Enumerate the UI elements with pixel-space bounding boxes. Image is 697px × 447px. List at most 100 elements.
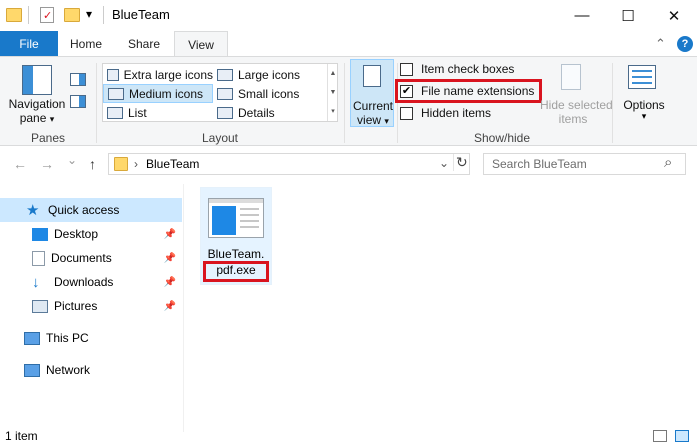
search-input[interactable]: Search BlueTeam bbox=[492, 157, 587, 171]
medium-icons-icon bbox=[108, 87, 124, 100]
help-icon[interactable]: ? bbox=[677, 36, 693, 52]
layout-option-label: Small icons bbox=[238, 86, 300, 101]
window-title: BlueTeam bbox=[112, 7, 170, 22]
group-label-layout: Layout bbox=[201, 131, 239, 145]
breadcrumb-item[interactable]: BlueTeam bbox=[146, 157, 199, 171]
sidebar-item-label: Documents bbox=[51, 251, 112, 265]
layout-option-label: Extra large icons bbox=[123, 67, 213, 82]
file-name-extensions-option[interactable]: ✔ File name extensions bbox=[400, 84, 534, 98]
pin-icon[interactable]: 📌 bbox=[164, 301, 176, 312]
collapse-ribbon-icon[interactable]: ⌃ bbox=[655, 36, 666, 52]
layout-large-icons[interactable]: Large icons bbox=[213, 65, 325, 84]
layout-medium-icons[interactable]: Medium icons bbox=[103, 84, 213, 103]
group-label-panes: Panes bbox=[30, 131, 66, 145]
layout-gallery: Extra large icons Large icons Medium ico… bbox=[102, 63, 338, 122]
layout-option-label: Medium icons bbox=[129, 86, 204, 101]
layout-small-icons[interactable]: Small icons bbox=[213, 84, 325, 103]
pictures-icon bbox=[32, 299, 48, 313]
file-name-extensions-label: File name extensions bbox=[421, 84, 535, 98]
desktop-icon bbox=[32, 227, 48, 241]
hide-selected-items-button[interactable]: Hide selected items bbox=[540, 61, 613, 127]
divider bbox=[344, 63, 345, 143]
sidebar-item-label: Network bbox=[46, 363, 91, 377]
chevron-down-icon: ▾ bbox=[49, 114, 55, 124]
file-name-line1: BlueTeam. bbox=[207, 247, 265, 261]
layout-details[interactable]: Details bbox=[213, 103, 325, 122]
forward-button[interactable]: → bbox=[40, 156, 54, 172]
search-icon: ⌕ bbox=[664, 154, 673, 171]
pin-icon[interactable]: 📌 bbox=[164, 229, 176, 240]
item-check-boxes-checkbox[interactable] bbox=[400, 62, 413, 76]
hide-selected-icon bbox=[561, 64, 581, 90]
pin-icon[interactable]: 📌 bbox=[164, 277, 176, 288]
ribbon: Navigation pane ▾ Panes Extra large icon… bbox=[0, 56, 697, 146]
hidden-items-option[interactable]: Hidden items bbox=[400, 106, 491, 120]
new-folder-icon[interactable] bbox=[64, 8, 80, 22]
options-button[interactable]: Options ▾ bbox=[618, 61, 670, 127]
small-icons-icon bbox=[217, 87, 233, 100]
options-label: Options bbox=[623, 98, 665, 112]
item-check-boxes-option[interactable]: Item check boxes bbox=[400, 62, 514, 76]
folder-icon bbox=[114, 157, 128, 171]
sidebar-item-label: This PC bbox=[46, 331, 89, 345]
tab-home[interactable]: Home bbox=[60, 31, 112, 57]
breadcrumb-separator: › bbox=[134, 157, 138, 171]
sidebar-item-label: Pictures bbox=[54, 299, 98, 313]
sidebar-item-pictures[interactable]: Pictures 📌 bbox=[0, 294, 182, 318]
pin-icon[interactable]: 📌 bbox=[164, 253, 176, 264]
current-view-button[interactable]: Current view ▾ bbox=[350, 59, 394, 127]
sidebar-item-network[interactable]: Network bbox=[0, 358, 182, 382]
layout-option-label: Details bbox=[238, 105, 275, 120]
sidebar-item-desktop[interactable]: Desktop 📌 bbox=[0, 222, 182, 246]
options-icon bbox=[628, 65, 656, 89]
address-dropdown-icon[interactable]: ⌄ bbox=[439, 156, 449, 170]
sidebar-item-this-pc[interactable]: This PC bbox=[0, 326, 182, 350]
current-view-label: Current bbox=[352, 99, 393, 113]
properties-icon[interactable]: ✓ bbox=[40, 7, 54, 23]
current-view-icon bbox=[363, 65, 381, 87]
hidden-items-label: Hidden items bbox=[421, 106, 492, 120]
star-icon: ★ bbox=[26, 202, 40, 219]
up-button[interactable]: ↑ bbox=[89, 156, 96, 172]
details-pane-icon[interactable] bbox=[70, 95, 86, 108]
layout-option-label: List bbox=[128, 105, 147, 120]
preview-pane-icon[interactable] bbox=[70, 73, 86, 86]
sidebar-item-quick-access[interactable]: ★ Quick access bbox=[0, 198, 182, 222]
layout-extra-large-icons[interactable]: Extra large icons bbox=[103, 65, 213, 84]
divider bbox=[28, 6, 29, 24]
layout-list[interactable]: List bbox=[103, 103, 213, 122]
search-box[interactable]: Search BlueTeam ⌕ bbox=[483, 153, 686, 175]
details-view-icon[interactable] bbox=[653, 430, 667, 442]
title-bar: ✓ ▾ BlueTeam — ☐ ✕ bbox=[0, 0, 697, 31]
sidebar-item-documents[interactable]: Documents 📌 bbox=[0, 246, 182, 270]
navigation-pane-label-2: pane ▾ bbox=[19, 111, 55, 125]
divider bbox=[612, 63, 613, 143]
navigation-pane-label: Navigation bbox=[8, 97, 66, 111]
documents-icon bbox=[32, 250, 45, 266]
navigation-pane-button[interactable]: Navigation pane ▾ bbox=[6, 59, 65, 129]
back-button[interactable]: ← bbox=[13, 156, 27, 172]
layout-scroll[interactable]: ▲ ▼ ▾ bbox=[327, 64, 338, 121]
tab-view[interactable]: View bbox=[174, 31, 228, 58]
refresh-button[interactable]: ↻ bbox=[453, 154, 468, 171]
navigation-pane: ★ Quick access Desktop 📌 Documents 📌 ↓ D… bbox=[0, 184, 184, 432]
executable-icon bbox=[208, 198, 264, 238]
tab-file[interactable]: File bbox=[0, 31, 58, 57]
hide-selected-label-2: items bbox=[558, 112, 588, 126]
item-check-boxes-label: Item check boxes bbox=[421, 62, 515, 76]
divider bbox=[397, 63, 398, 143]
large-icons-icon bbox=[217, 68, 233, 81]
hidden-items-checkbox[interactable] bbox=[400, 106, 413, 120]
maximize-button[interactable]: ☐ bbox=[605, 0, 651, 31]
close-button[interactable]: ✕ bbox=[651, 0, 697, 31]
minimize-button[interactable]: — bbox=[559, 0, 605, 31]
checkmark-icon: ✔ bbox=[401, 84, 412, 97]
file-name-extensions-checkbox[interactable]: ✔ bbox=[400, 84, 413, 98]
recent-locations-button[interactable]: ⌄ bbox=[67, 153, 77, 167]
address-bar[interactable]: › BlueTeam ⌄ ↻ bbox=[108, 153, 470, 175]
layout-option-label: Large icons bbox=[238, 67, 301, 82]
qa-customize-icon[interactable]: ▾ bbox=[86, 7, 92, 21]
tab-share[interactable]: Share bbox=[117, 31, 171, 57]
sidebar-item-downloads[interactable]: ↓ Downloads 📌 bbox=[0, 270, 182, 294]
large-icons-view-icon[interactable] bbox=[675, 430, 689, 442]
